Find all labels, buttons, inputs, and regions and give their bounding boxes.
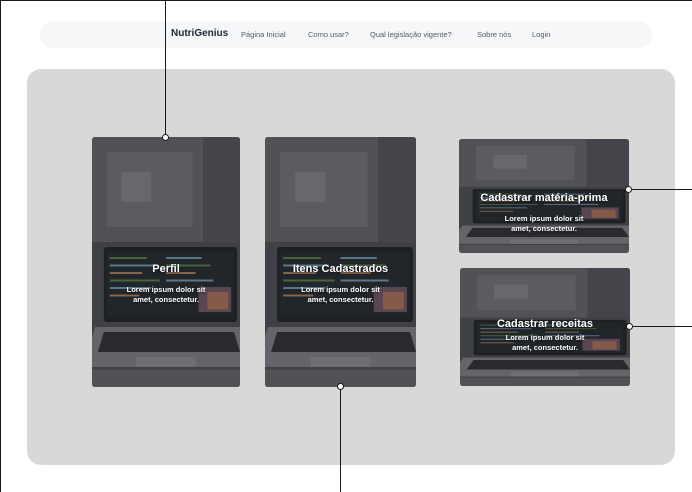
card-overlay bbox=[265, 137, 416, 387]
connector-line bbox=[629, 189, 692, 190]
card-title: Perfil bbox=[152, 263, 180, 275]
card-cadastrar-receitas[interactable]: Cadastrar receitas Lorem ipsum dolor sit… bbox=[460, 268, 630, 386]
connector-line bbox=[630, 326, 692, 327]
card-itens-cadastrados[interactable]: Itens Cadastrados Lorem ipsum dolor sit … bbox=[265, 137, 416, 387]
card-title: Cadastrar matéria-prima bbox=[480, 192, 608, 204]
nav-link-como-usar[interactable]: Como usar? bbox=[308, 30, 349, 39]
nav-link-login[interactable]: Login bbox=[532, 30, 550, 39]
card-description: Lorem ipsum dolor sit amet, consectetur. bbox=[505, 333, 585, 352]
connector-line bbox=[340, 388, 341, 492]
card-description: Lorem ipsum dolor sit amet, consectetur. bbox=[504, 214, 584, 233]
nav-link-legislacao[interactable]: Qual legislação vigente? bbox=[370, 30, 452, 39]
nav-link-sobre-nos[interactable]: Sobre nós bbox=[477, 30, 511, 39]
navbar: NutriGenius Página Inicial Como usar? Qu… bbox=[40, 21, 652, 48]
card-description: Lorem ipsum dolor sit amet, consectetur. bbox=[126, 285, 206, 304]
card-description: Lorem ipsum dolor sit amet, consectetur. bbox=[301, 285, 380, 304]
frame-edge-line bbox=[0, 0, 1, 492]
connector-node bbox=[162, 134, 169, 141]
card-overlay bbox=[92, 137, 240, 387]
card-title: Cadastrar receitas bbox=[496, 318, 593, 330]
card-title: Itens Cadastrados bbox=[292, 263, 389, 275]
connector-line bbox=[165, 0, 166, 137]
connector-node bbox=[626, 323, 633, 330]
card-cadastrar-materia-prima[interactable]: Cadastrar matéria-prima Lorem ipsum dolo… bbox=[459, 139, 629, 253]
card-perfil[interactable]: Perfil Lorem ipsum dolor sit amet, conse… bbox=[92, 137, 240, 387]
frame-edge-line bbox=[0, 0, 692, 1]
connector-node bbox=[625, 186, 632, 193]
connector-node bbox=[337, 383, 344, 390]
brand-logo[interactable]: NutriGenius bbox=[171, 28, 228, 39]
nav-link-pagina-inicial[interactable]: Página Inicial bbox=[241, 30, 286, 39]
